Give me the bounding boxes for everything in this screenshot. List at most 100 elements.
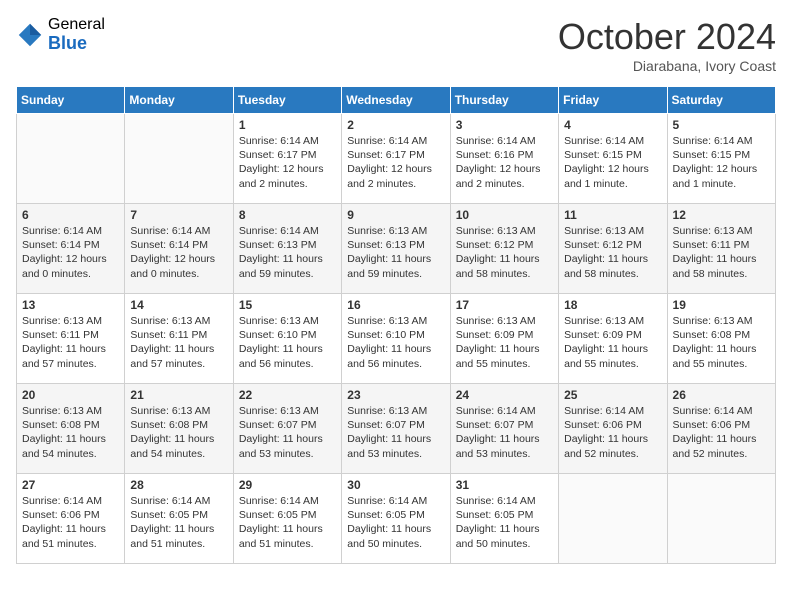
day-info: Sunrise: 6:14 AM Sunset: 6:07 PM Dayligh…: [456, 404, 553, 461]
calendar-day-cell: 14 Sunrise: 6:13 AM Sunset: 6:11 PM Dayli…: [125, 294, 233, 384]
day-number: 16: [347, 298, 444, 312]
day-info: Sunrise: 6:13 AM Sunset: 6:09 PM Dayligh…: [456, 314, 553, 371]
day-number: 24: [456, 388, 553, 402]
calendar-day-cell: 28 Sunrise: 6:14 AM Sunset: 6:05 PM Dayli…: [125, 474, 233, 564]
day-info: Sunrise: 6:13 AM Sunset: 6:08 PM Dayligh…: [22, 404, 119, 461]
calendar-day-cell: 27Sunrise: 6:14 AM Sunset: 6:06 PM Dayli…: [17, 474, 125, 564]
title-block: October 2024 Diarabana, Ivory Coast: [558, 16, 776, 74]
calendar-day-cell: 24 Sunrise: 6:14 AM Sunset: 6:07 PM Dayli…: [450, 384, 558, 474]
calendar-day-cell: 11Sunrise: 6:13 AM Sunset: 6:12 PM Dayli…: [559, 204, 667, 294]
calendar-day-cell: 6 Sunrise: 6:14 AM Sunset: 6:14 PM Daylig…: [17, 204, 125, 294]
day-number: 5: [673, 118, 770, 132]
calendar-day-cell: 23 Sunrise: 6:13 AM Sunset: 6:07 PM Dayli…: [342, 384, 450, 474]
calendar-day-cell: 1 Sunrise: 6:14 AM Sunset: 6:17 PM Daylig…: [233, 114, 341, 204]
calendar-day-cell: 21 Sunrise: 6:13 AM Sunset: 6:08 PM Dayli…: [125, 384, 233, 474]
day-info: Sunrise: 6:14 AM Sunset: 6:15 PM Dayligh…: [673, 134, 770, 191]
day-number: 9: [347, 208, 444, 222]
day-number: 1: [239, 118, 336, 132]
day-info: Sunrise: 6:14 AM Sunset: 6:16 PM Dayligh…: [456, 134, 553, 191]
calendar-week-row: 27Sunrise: 6:14 AM Sunset: 6:06 PM Dayli…: [17, 474, 776, 564]
day-info: Sunrise: 6:14 AM Sunset: 6:05 PM Dayligh…: [239, 494, 336, 551]
calendar-day-cell: 13 Sunrise: 6:13 AM Sunset: 6:11 PM Dayli…: [17, 294, 125, 384]
calendar-day-cell: 9 Sunrise: 6:13 AM Sunset: 6:13 PM Daylig…: [342, 204, 450, 294]
day-number: 6: [22, 208, 119, 222]
calendar-day-cell: 18 Sunrise: 6:13 AM Sunset: 6:09 PM Dayli…: [559, 294, 667, 384]
day-info: Sunrise: 6:13 AM Sunset: 6:07 PM Dayligh…: [239, 404, 336, 461]
day-number: 2: [347, 118, 444, 132]
day-number: 12: [673, 208, 770, 222]
day-number: 11: [564, 208, 661, 222]
calendar-day-cell: 10Sunrise: 6:13 AM Sunset: 6:12 PM Dayli…: [450, 204, 558, 294]
day-info: Sunrise: 6:13 AM Sunset: 6:10 PM Dayligh…: [347, 314, 444, 371]
calendar-day-cell: 17Sunrise: 6:13 AM Sunset: 6:09 PM Dayli…: [450, 294, 558, 384]
day-info: Sunrise: 6:14 AM Sunset: 6:17 PM Dayligh…: [239, 134, 336, 191]
logo-general: General: [48, 16, 105, 34]
calendar-day-cell: [667, 474, 775, 564]
day-info: Sunrise: 6:14 AM Sunset: 6:14 PM Dayligh…: [130, 224, 227, 281]
calendar-day-cell: 5 Sunrise: 6:14 AM Sunset: 6:15 PM Daylig…: [667, 114, 775, 204]
calendar-table: SundayMondayTuesdayWednesdayThursdayFrid…: [16, 86, 776, 564]
page-header: General Blue October 2024 Diarabana, Ivo…: [16, 16, 776, 74]
calendar-day-cell: 4Sunrise: 6:14 AM Sunset: 6:15 PM Daylig…: [559, 114, 667, 204]
calendar-header-row: SundayMondayTuesdayWednesdayThursdayFrid…: [17, 87, 776, 114]
weekday-header: Saturday: [667, 87, 775, 114]
weekday-header: Sunday: [17, 87, 125, 114]
day-info: Sunrise: 6:13 AM Sunset: 6:10 PM Dayligh…: [239, 314, 336, 371]
day-number: 19: [673, 298, 770, 312]
calendar-week-row: 1 Sunrise: 6:14 AM Sunset: 6:17 PM Daylig…: [17, 114, 776, 204]
calendar-day-cell: 30 Sunrise: 6:14 AM Sunset: 6:05 PM Dayli…: [342, 474, 450, 564]
day-info: Sunrise: 6:13 AM Sunset: 6:12 PM Dayligh…: [456, 224, 553, 281]
day-info: Sunrise: 6:14 AM Sunset: 6:05 PM Dayligh…: [347, 494, 444, 551]
calendar-day-cell: 22 Sunrise: 6:13 AM Sunset: 6:07 PM Dayli…: [233, 384, 341, 474]
day-info: Sunrise: 6:14 AM Sunset: 6:05 PM Dayligh…: [130, 494, 227, 551]
calendar-day-cell: [125, 114, 233, 204]
weekday-header: Friday: [559, 87, 667, 114]
day-info: Sunrise: 6:13 AM Sunset: 6:07 PM Dayligh…: [347, 404, 444, 461]
day-info: Sunrise: 6:14 AM Sunset: 6:13 PM Dayligh…: [239, 224, 336, 281]
day-info: Sunrise: 6:14 AM Sunset: 6:17 PM Dayligh…: [347, 134, 444, 191]
day-number: 22: [239, 388, 336, 402]
calendar-day-cell: 29Sunrise: 6:14 AM Sunset: 6:05 PM Dayli…: [233, 474, 341, 564]
calendar-day-cell: 26Sunrise: 6:14 AM Sunset: 6:06 PM Dayli…: [667, 384, 775, 474]
day-number: 25: [564, 388, 661, 402]
calendar-day-cell: [17, 114, 125, 204]
day-number: 14: [130, 298, 227, 312]
day-info: Sunrise: 6:13 AM Sunset: 6:09 PM Dayligh…: [564, 314, 661, 371]
day-info: Sunrise: 6:13 AM Sunset: 6:08 PM Dayligh…: [130, 404, 227, 461]
calendar-day-cell: 7 Sunrise: 6:14 AM Sunset: 6:14 PM Daylig…: [125, 204, 233, 294]
month-title: October 2024: [558, 16, 776, 58]
calendar-day-cell: 2 Sunrise: 6:14 AM Sunset: 6:17 PM Daylig…: [342, 114, 450, 204]
day-number: 18: [564, 298, 661, 312]
weekday-header: Wednesday: [342, 87, 450, 114]
day-number: 27: [22, 478, 119, 492]
weekday-header: Tuesday: [233, 87, 341, 114]
day-info: Sunrise: 6:13 AM Sunset: 6:11 PM Dayligh…: [22, 314, 119, 371]
calendar-week-row: 20 Sunrise: 6:13 AM Sunset: 6:08 PM Dayli…: [17, 384, 776, 474]
day-number: 30: [347, 478, 444, 492]
day-info: Sunrise: 6:13 AM Sunset: 6:11 PM Dayligh…: [130, 314, 227, 371]
day-number: 20: [22, 388, 119, 402]
calendar-day-cell: 25Sunrise: 6:14 AM Sunset: 6:06 PM Dayli…: [559, 384, 667, 474]
logo-icon: [16, 21, 44, 49]
logo: General Blue: [16, 16, 105, 53]
calendar-day-cell: 16 Sunrise: 6:13 AM Sunset: 6:10 PM Dayli…: [342, 294, 450, 384]
calendar-day-cell: 20 Sunrise: 6:13 AM Sunset: 6:08 PM Dayli…: [17, 384, 125, 474]
weekday-header: Thursday: [450, 87, 558, 114]
day-info: Sunrise: 6:13 AM Sunset: 6:13 PM Dayligh…: [347, 224, 444, 281]
day-info: Sunrise: 6:14 AM Sunset: 6:14 PM Dayligh…: [22, 224, 119, 281]
calendar-week-row: 13 Sunrise: 6:13 AM Sunset: 6:11 PM Dayli…: [17, 294, 776, 384]
day-info: Sunrise: 6:14 AM Sunset: 6:05 PM Dayligh…: [456, 494, 553, 551]
day-number: 23: [347, 388, 444, 402]
logo-text: General Blue: [48, 16, 105, 53]
calendar-day-cell: 19 Sunrise: 6:13 AM Sunset: 6:08 PM Dayli…: [667, 294, 775, 384]
day-number: 15: [239, 298, 336, 312]
logo-blue: Blue: [48, 34, 105, 54]
day-number: 13: [22, 298, 119, 312]
calendar-day-cell: 31Sunrise: 6:14 AM Sunset: 6:05 PM Dayli…: [450, 474, 558, 564]
day-number: 4: [564, 118, 661, 132]
day-number: 28: [130, 478, 227, 492]
day-info: Sunrise: 6:13 AM Sunset: 6:08 PM Dayligh…: [673, 314, 770, 371]
day-number: 7: [130, 208, 227, 222]
day-number: 21: [130, 388, 227, 402]
weekday-header: Monday: [125, 87, 233, 114]
